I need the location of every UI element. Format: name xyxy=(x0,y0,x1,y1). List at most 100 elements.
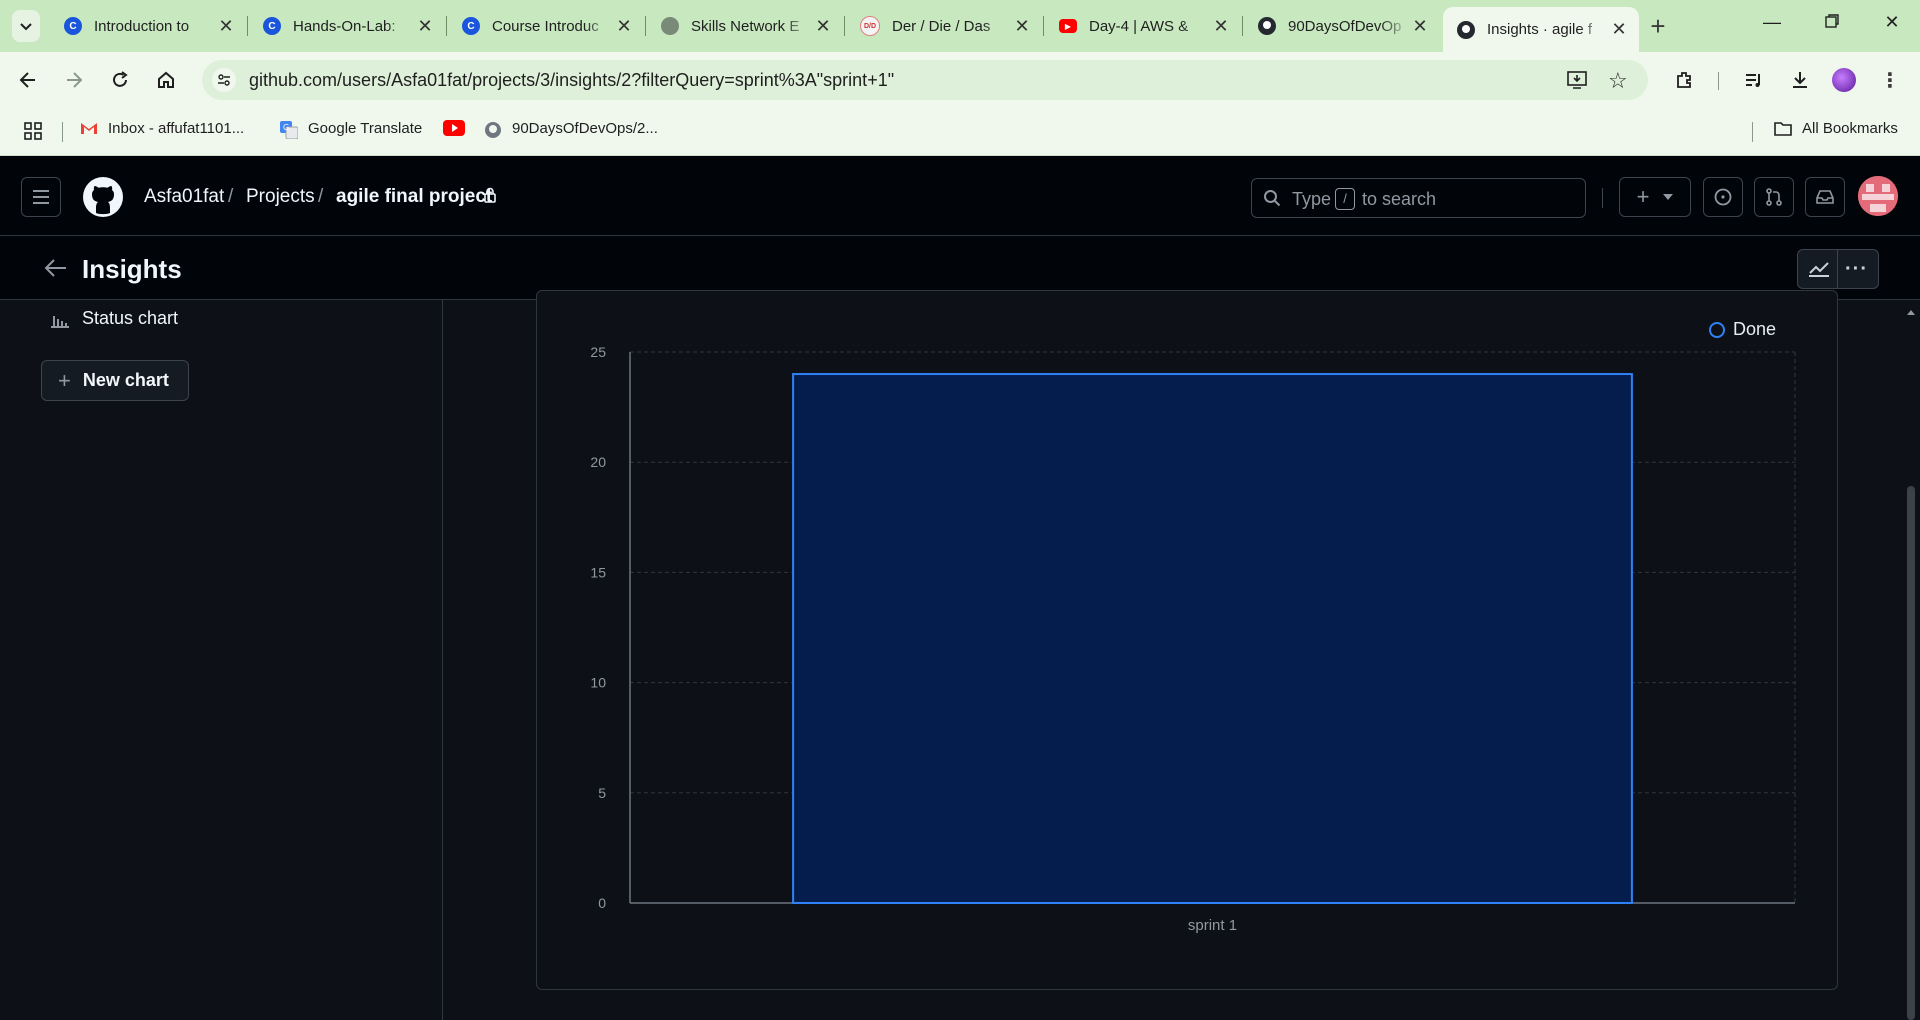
hamburger-icon xyxy=(33,190,49,204)
sidebar-item-status-chart[interactable]: Status chart xyxy=(50,308,178,329)
tab-close-icon[interactable]: ✕ xyxy=(1211,16,1231,37)
extensions-icon[interactable] xyxy=(1670,66,1698,94)
scrollbar-thumb[interactable] xyxy=(1907,486,1915,1020)
browser-tab[interactable]: C Course Introduc ✕ xyxy=(448,8,644,44)
reload-icon[interactable] xyxy=(106,66,134,94)
tab-separator xyxy=(1242,16,1243,36)
breadcrumb-separator: / xyxy=(228,186,234,207)
all-bookmarks-label: All Bookmarks xyxy=(1802,120,1898,137)
forward-icon[interactable] xyxy=(60,66,88,94)
tab-title: Introduction to xyxy=(94,17,216,35)
media-control-icon[interactable] xyxy=(1740,66,1768,94)
bookmarks-bar: Inbox - affufat1101... G Google Translat… xyxy=(0,108,1920,156)
tab-close-icon[interactable]: ✕ xyxy=(614,16,634,37)
sidebar-item-label: Status chart xyxy=(82,308,179,328)
back-icon[interactable] xyxy=(14,66,42,94)
tab-search-icon[interactable] xyxy=(12,10,40,42)
issues-button[interactable] xyxy=(1703,177,1743,217)
browser-tab[interactable]: Skills Network E ✕ xyxy=(647,8,843,44)
minimize-icon[interactable]: — xyxy=(1760,12,1784,33)
bookmark-label: Google Translate xyxy=(308,120,423,137)
insights-sidebar: Status chart + New chart xyxy=(0,300,443,1020)
bookmark-youtube[interactable] xyxy=(443,120,471,136)
bar-chart-icon xyxy=(51,315,69,328)
bookmark-label: 90DaysOfDevOps/2... xyxy=(512,120,658,137)
bookmark-gmail[interactable]: Inbox - affufat1101... xyxy=(80,120,244,137)
pull-request-icon xyxy=(1766,188,1782,206)
divider xyxy=(1837,249,1838,289)
bookmark-google-translate[interactable]: G Google Translate xyxy=(280,120,423,139)
kebab-horizontal-icon: ··· xyxy=(1845,257,1868,280)
google-translate-icon: G xyxy=(280,120,299,139)
breadcrumb-owner[interactable]: Asfa01fat xyxy=(144,186,224,208)
youtube-icon: ▶ xyxy=(1059,19,1077,33)
back-arrow-icon[interactable] xyxy=(44,258,68,283)
coursera-icon: C xyxy=(462,17,480,35)
gmail-icon xyxy=(80,121,98,137)
browser-menu-icon[interactable]: ⋮ xyxy=(1876,66,1904,94)
status-bar-chart: 0 5 10 15 20 25 sprint 1 xyxy=(590,344,1796,934)
y-tick-label: 25 xyxy=(590,344,606,360)
tab-title: 90DaysOfDevOp xyxy=(1288,17,1410,35)
browser-tab[interactable]: 90DaysOfDevOp ✕ xyxy=(1244,8,1440,44)
new-chart-button[interactable]: + New chart xyxy=(41,360,189,401)
tab-close-icon[interactable]: ✕ xyxy=(813,16,833,37)
toolbar-divider xyxy=(1718,72,1719,90)
all-bookmarks-button[interactable]: All Bookmarks xyxy=(1774,120,1898,137)
url-text[interactable]: github.com/users/Asfa01fat/projects/3/in… xyxy=(249,70,894,91)
page-scrollbar[interactable] xyxy=(1902,300,1920,1020)
header-divider xyxy=(1602,188,1603,208)
chart-type-button[interactable]: ··· xyxy=(1797,249,1879,289)
browser-tab[interactable]: Insights · agile f ✕ xyxy=(1443,7,1639,52)
search-input[interactable]: Type / to search xyxy=(1251,178,1586,218)
bookmark-90daysofdevops[interactable]: 90DaysOfDevOps/2... xyxy=(484,120,658,138)
home-icon[interactable] xyxy=(152,66,180,94)
browser-tab[interactable]: C Hands-On-Lab: ✕ xyxy=(249,8,445,44)
new-tab-icon[interactable]: + xyxy=(1644,11,1672,41)
search-shortcut-key: / xyxy=(1335,188,1355,210)
tab-close-icon[interactable]: ✕ xyxy=(1410,16,1430,37)
plus-icon: + xyxy=(1636,184,1650,209)
folder-icon xyxy=(1774,121,1792,137)
der-die-das-icon: D/D xyxy=(860,16,880,36)
site-info-icon[interactable] xyxy=(212,68,236,92)
new-chart-label: New chart xyxy=(82,370,169,390)
y-tick-label: 20 xyxy=(590,454,606,470)
tab-close-icon[interactable]: ✕ xyxy=(1609,19,1629,40)
tab-close-icon[interactable]: ✕ xyxy=(415,16,435,37)
user-avatar[interactable] xyxy=(1858,176,1898,216)
tab-close-icon[interactable]: ✕ xyxy=(1012,16,1032,37)
hamburger-menu-button[interactable] xyxy=(21,177,61,217)
tab-title: Skills Network E xyxy=(691,17,813,35)
browser-tab[interactable]: D/D Der / Die / Das ✕ xyxy=(846,8,1042,44)
tab-separator xyxy=(645,16,646,36)
tab-separator xyxy=(844,16,845,36)
create-new-button[interactable]: + xyxy=(1619,177,1691,217)
bookmark-label: Inbox - affufat1101... xyxy=(108,120,245,137)
address-bar[interactable]: github.com/users/Asfa01fat/projects/3/in… xyxy=(202,60,1648,100)
globe-icon xyxy=(661,17,679,35)
inbox-button[interactable] xyxy=(1805,177,1845,217)
caret-down-icon xyxy=(1663,194,1674,200)
tab-separator xyxy=(247,16,248,36)
breadcrumb-separator: / xyxy=(318,186,324,207)
breadcrumb-project[interactable]: agile final project xyxy=(336,186,492,208)
close-window-icon[interactable]: ✕ xyxy=(1880,12,1904,33)
downloads-icon[interactable] xyxy=(1786,66,1814,94)
coursera-icon: C xyxy=(64,17,82,35)
install-app-icon[interactable] xyxy=(1566,69,1588,96)
browser-tab[interactable]: ▶ Day-4 | AWS & ✕ xyxy=(1045,8,1241,44)
breadcrumb-projects[interactable]: Projects xyxy=(246,186,315,208)
chart-legend[interactable]: Done xyxy=(1709,319,1776,340)
coursera-icon: C xyxy=(263,17,281,35)
github-logo-icon[interactable] xyxy=(83,177,123,222)
bookmark-star-icon[interactable]: ☆ xyxy=(1608,68,1628,94)
apps-grid-icon[interactable] xyxy=(24,122,42,145)
scroll-up-icon[interactable] xyxy=(1902,306,1920,320)
pull-requests-button[interactable] xyxy=(1754,177,1794,217)
browser-tab[interactable]: C Introduction to ✕ xyxy=(50,8,246,44)
tab-close-icon[interactable]: ✕ xyxy=(216,16,236,37)
profile-avatar-icon[interactable] xyxy=(1830,66,1858,94)
search-icon xyxy=(1263,189,1281,212)
restore-icon[interactable] xyxy=(1820,12,1844,33)
